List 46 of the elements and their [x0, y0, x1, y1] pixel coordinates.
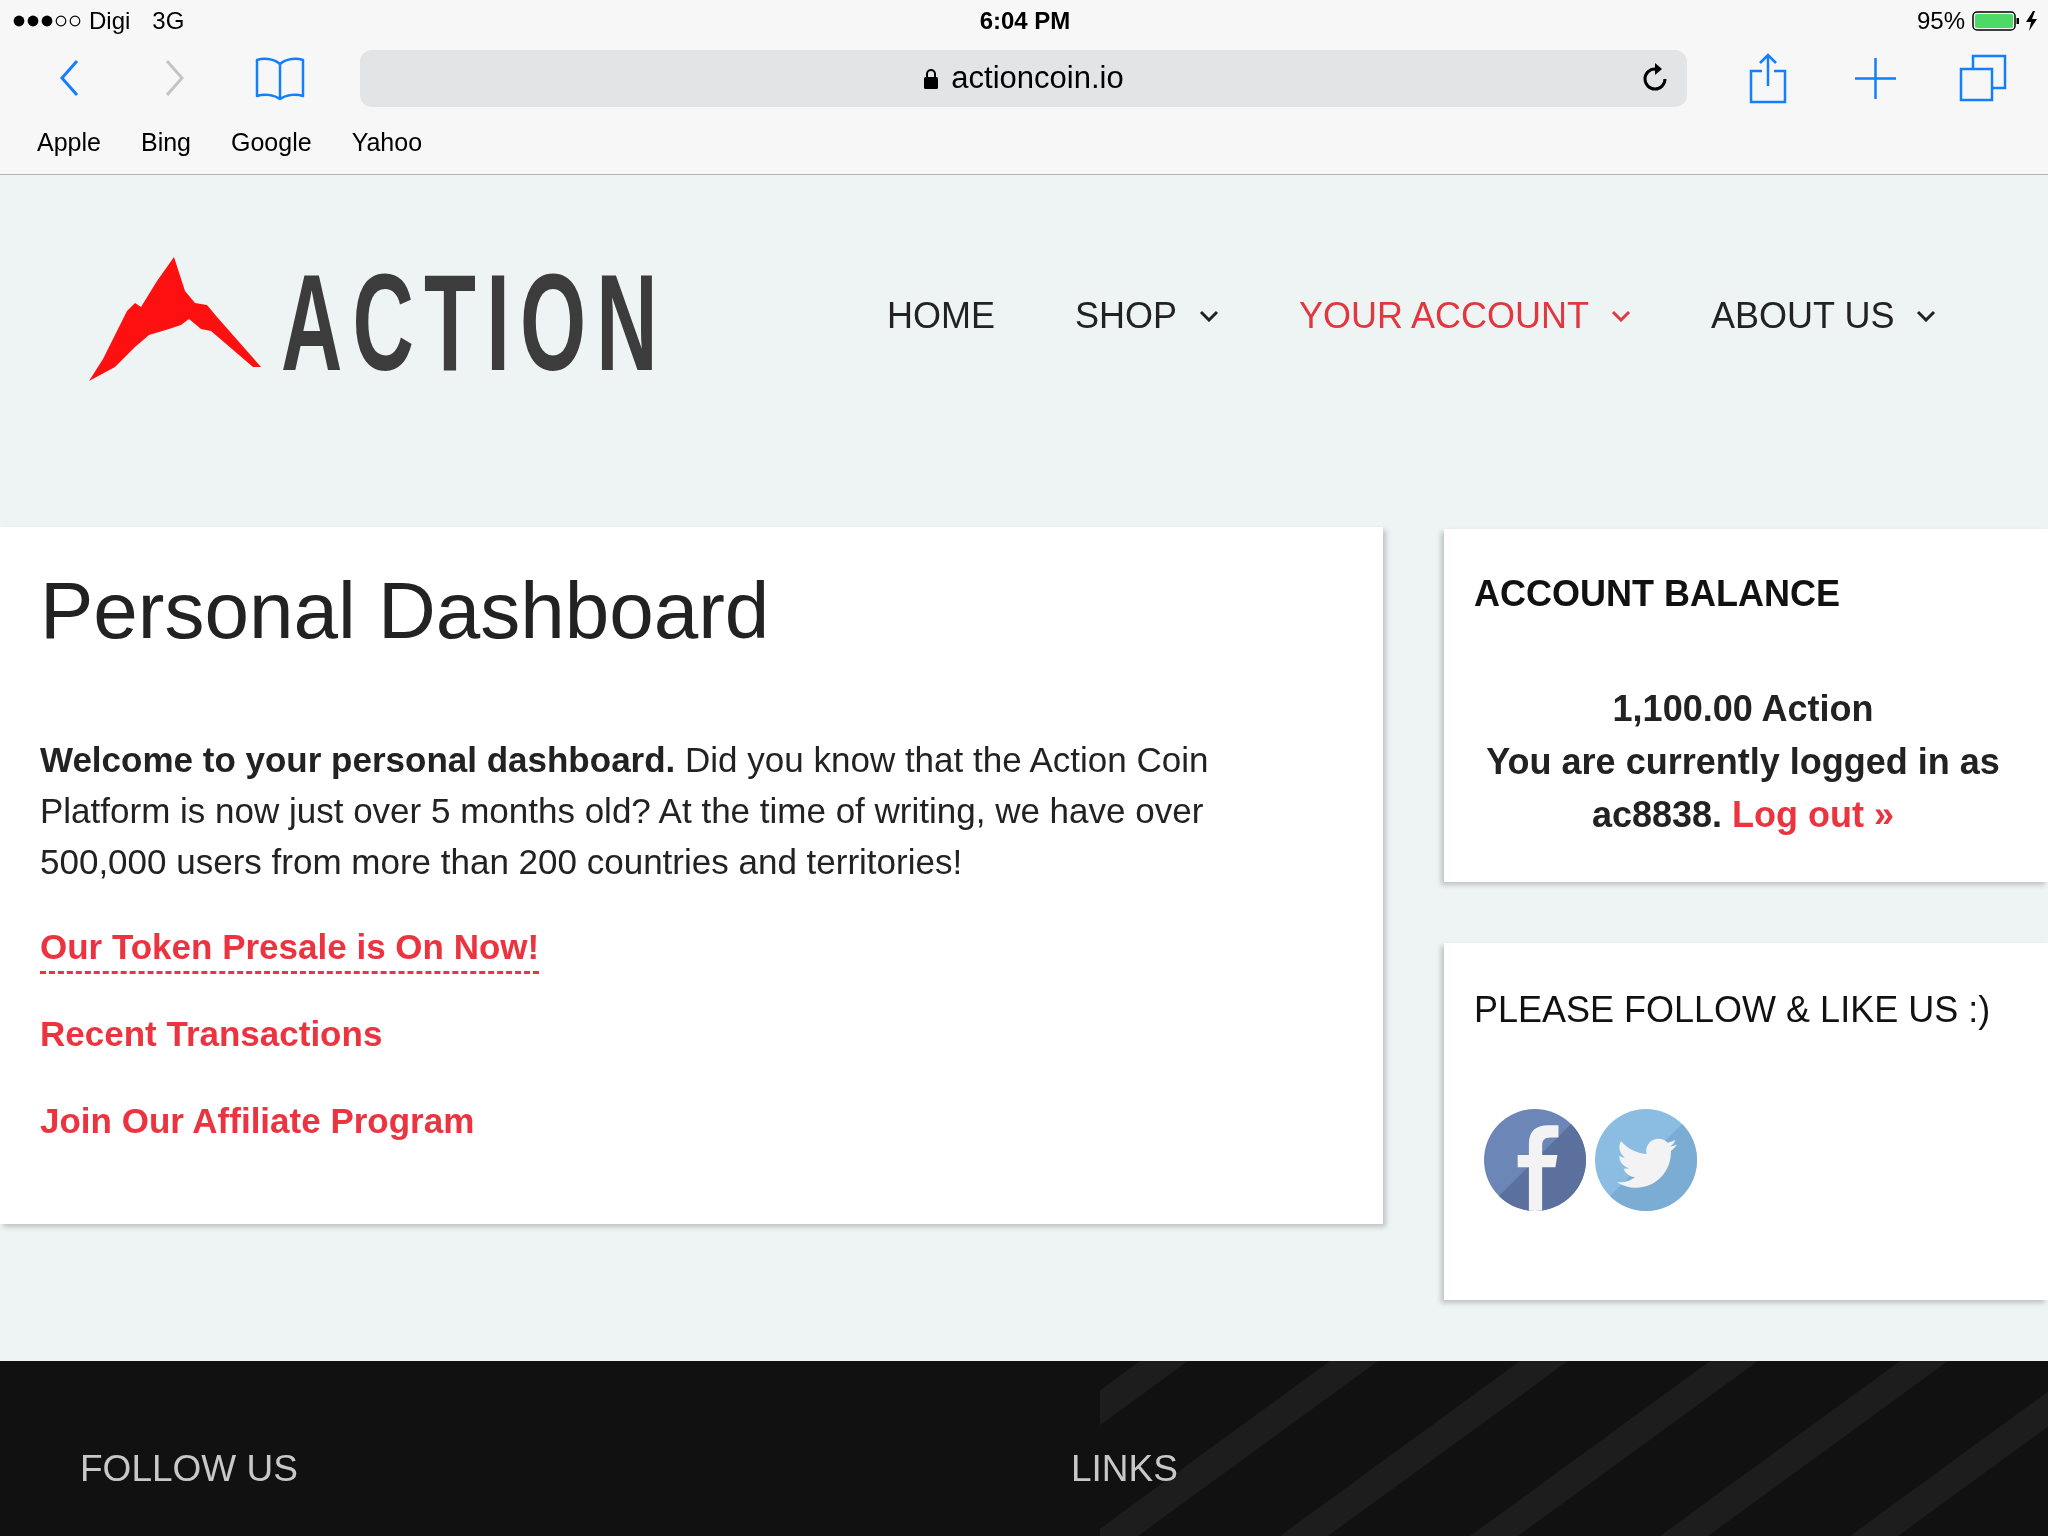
intro-paragraph: Welcome to your personal dashboard. Did you know that the Action Coin Platform is now just over 5 months old? At the time of writing, we have over 500,000 users from more than 200 countries and territories! [40, 739, 1210, 883]
address-field[interactable]: actioncoin.io [360, 49, 1687, 107]
logo-text: ACTION [281, 254, 668, 391]
nav-link[interactable]: ABOUT US [1711, 294, 1937, 338]
battery-percentage: 95% [1916, 6, 1965, 36]
nav-link[interactable]: SHOP [1075, 294, 1220, 338]
footer-heading: FOLLOW US [80, 1447, 298, 1491]
chevron-down-icon [1611, 310, 1632, 322]
nav-link[interactable]: YOUR ACCOUNT [1299, 294, 1632, 338]
favorite-link[interactable]: Bing [140, 127, 191, 157]
bookmarks-button[interactable] [255, 55, 305, 101]
back-button[interactable] [59, 58, 79, 98]
open-book-icon [255, 55, 305, 101]
chevron-left-icon [59, 59, 79, 97]
card-heading: PLEASE FOLLOW & LIKE US :) [1474, 988, 1992, 1032]
lock-icon [923, 67, 940, 89]
share-button[interactable] [1749, 52, 1787, 104]
card-heading: ACCOUNT BALANCE [1474, 572, 1841, 616]
reload-icon [1641, 63, 1669, 93]
tabs-icon [1959, 54, 2007, 102]
favorite-link[interactable]: Google [231, 127, 312, 157]
favorite-link[interactable]: Apple [37, 127, 101, 157]
nav-link[interactable]: HOME [887, 294, 995, 338]
share-icon [1749, 52, 1787, 104]
chevron-down-icon [1199, 310, 1220, 322]
chevron-right-icon [165, 59, 185, 97]
logout-link[interactable]: Log out » [1732, 794, 1895, 835]
favorite-link[interactable]: Yahoo [351, 127, 423, 157]
plus-icon [1855, 57, 1896, 99]
mountain-logo-icon [89, 255, 261, 381]
clock-time: 6:04 PM [979, 6, 1071, 36]
dashboard-link[interactable]: Our Token Presale is On Now! [40, 923, 540, 974]
login-status-text: You are currently logged in as ac8838. Log out » [1485, 740, 2001, 837]
tabs-button[interactable] [1959, 54, 2007, 102]
chevron-down-icon [1916, 310, 1937, 322]
charging-bolt-icon [2026, 11, 2037, 31]
dashboard-link[interactable]: Join Our Affiliate Program [40, 1097, 475, 1148]
carrier-name: Digi [89, 6, 131, 36]
dashboard-link[interactable]: Recent Transactions [40, 1010, 383, 1061]
network-type: 3G [152, 6, 185, 36]
balance-amount: 1,100.00 Action [1611, 687, 1875, 731]
page-title: Personal Dashboard [40, 567, 770, 655]
footer-heading: LINKS [1071, 1447, 1178, 1491]
battery-icon [1972, 11, 2020, 31]
signal-strength-icon [13, 15, 81, 27]
new-tab-button[interactable] [1855, 57, 1896, 99]
